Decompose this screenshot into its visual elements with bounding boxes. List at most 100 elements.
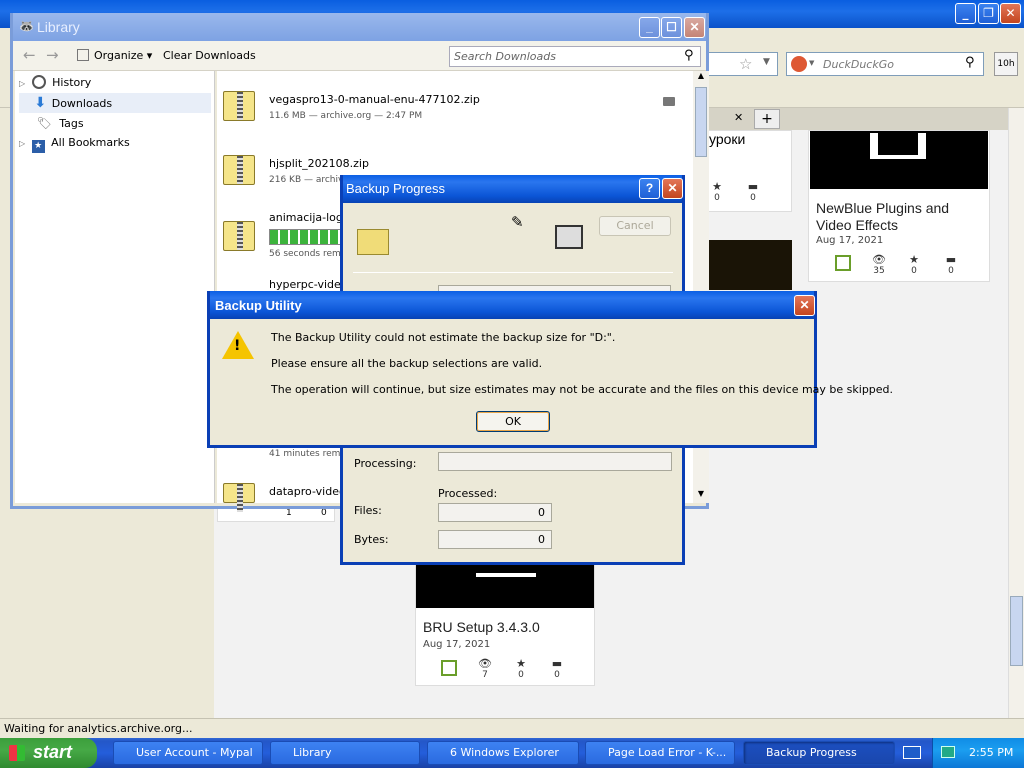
comment-icon: ▬ [747, 180, 759, 193]
url-bar[interactable]: ☆ ▼ [706, 52, 778, 76]
archive-logo-icon [476, 567, 536, 577]
mypal-icon: 🦝 [19, 19, 34, 33]
download-name: vegaspro13-0-manual-enu-477102.zip [269, 93, 480, 106]
clock-icon [31, 75, 46, 89]
cancel-button[interactable]: Cancel [599, 216, 671, 236]
clock[interactable]: 2:55 PM [969, 746, 1013, 759]
sidebar-item-history[interactable]: ▷ History [19, 73, 211, 93]
taskbar-item-user-account[interactable]: User Account - Mypal [113, 741, 263, 765]
badge-button[interactable]: 10h [994, 52, 1018, 76]
tab-strip: ✕ + [700, 108, 1024, 130]
scroll-up-icon[interactable]: ▲ [693, 71, 709, 85]
sidebar-item-all-bookmarks[interactable]: ▷ ★ All Bookmarks [19, 133, 211, 153]
divider [353, 272, 673, 273]
network-icon[interactable] [941, 746, 955, 758]
search-placeholder: DuckDuckGo [823, 58, 894, 71]
processing-field [438, 452, 672, 471]
save-icon[interactable] [441, 660, 457, 676]
download-meta: 11.6 MB — archive.org — 2:47 PM [269, 111, 423, 121]
comment-stat: ▬ 0 [543, 657, 571, 681]
views-stat: 👁 7 [471, 657, 499, 681]
taskbar-item-library[interactable]: Library [270, 741, 420, 765]
tag-icon: 🏷 [36, 116, 52, 130]
maximize-button[interactable]: ☐ [661, 17, 682, 38]
scroll-down-icon[interactable]: ▼ [693, 489, 709, 503]
clear-downloads-button[interactable]: Clear Downloads [163, 49, 256, 62]
zip-file-icon [223, 483, 255, 512]
minimize-button[interactable]: _ [639, 17, 660, 38]
ok-button[interactable]: OK [476, 411, 550, 432]
minimize-button[interactable]: _ [955, 3, 976, 24]
chevron-down-icon[interactable]: ▼ [809, 59, 814, 67]
taskbar-item-backup-progress[interactable]: Backup Progress [743, 741, 895, 765]
tab-close-icon[interactable]: ✕ [734, 111, 743, 124]
zip-file-icon [223, 91, 255, 121]
help-button[interactable]: ? [639, 178, 660, 199]
library-sidebar: ▷ History ⬇ Downloads 🏷 Tags ▷ ★ All Boo… [15, 71, 215, 503]
list-item[interactable]: vegaspro13-0-manual-enu-477102.zip 11.6 … [217, 91, 693, 151]
forward-icon[interactable]: → [46, 46, 59, 64]
library-titlebar[interactable]: 🦝 Library _ ☐ ✕ [13, 13, 706, 41]
chevron-down-icon[interactable]: ▼ [763, 57, 770, 67]
fav-stat: ★ 0 [507, 658, 535, 681]
close-button[interactable]: ✕ [662, 178, 683, 199]
card-title-partial: уроки [709, 131, 746, 147]
restore-button[interactable]: ❐ [978, 3, 999, 24]
card-newblue[interactable]: NewBlue Plugins and Video Effects Aug 17… [808, 130, 990, 282]
search-placeholder: Search Downloads [454, 50, 556, 63]
download-arrow-icon: ⬇ [34, 95, 47, 111]
processing-label: Processing: [354, 457, 417, 470]
taskbar-item-windows-explorer[interactable]: 6 Windows Explorer [427, 741, 579, 765]
bytes-field: 0 [438, 530, 552, 549]
save-icon[interactable] [835, 255, 851, 271]
close-button[interactable]: ✕ [794, 295, 815, 316]
flying-paper-icon: ✎ [511, 213, 524, 231]
comment-icon: ▬ [551, 657, 563, 670]
card-partial-bottom[interactable]: 1 0 [217, 508, 335, 522]
card-thumbnail[interactable] [810, 131, 988, 189]
eye-icon: 👁 [872, 253, 886, 266]
card-date: Aug 17, 2021 [816, 235, 884, 246]
new-tab-button[interactable]: + [754, 109, 780, 129]
folder-icon [357, 229, 389, 255]
open-folder-icon[interactable] [663, 97, 675, 106]
warning-mark: ! [234, 338, 241, 354]
eye-icon: 👁 [478, 657, 492, 670]
start-button[interactable]: start [0, 738, 97, 768]
card-partial[interactable]: уроки ★ 0 ▬ 0 [700, 130, 792, 212]
taskbar-item-page-load-error[interactable]: Page Load Error - K-... [585, 741, 735, 765]
scroll-thumb[interactable] [695, 87, 707, 157]
stat-value: 1 [286, 508, 292, 518]
card-thumbnail[interactable] [416, 561, 594, 608]
card-bru[interactable]: BRU Setup 3.4.3.0 Aug 17, 2021 👁 7 ★ 0 ▬ 0 [415, 560, 595, 686]
bookmark-star-icon[interactable]: ☆ [739, 55, 752, 73]
downloads-search-input[interactable]: Search Downloads ⚲ [449, 46, 701, 67]
search-engine-box[interactable]: ▼ DuckDuckGo ⚲ [786, 52, 984, 76]
views-stat: 👁 35 [865, 253, 893, 277]
back-icon[interactable]: ← [23, 46, 36, 64]
backup-progress-titlebar[interactable]: Backup Progress ? ✕ [343, 175, 683, 203]
close-button[interactable]: ✕ [1000, 3, 1021, 24]
card-title[interactable]: BRU Setup 3.4.3.0 [423, 619, 540, 635]
close-button[interactable]: ✕ [684, 17, 705, 38]
organize-button[interactable]: Organize ▾ [77, 49, 152, 62]
progress-fill [270, 230, 339, 244]
bookmarks-icon: ★ [31, 140, 45, 153]
keyboard-icon[interactable] [903, 746, 921, 759]
scroll-thumb[interactable] [1010, 596, 1023, 666]
sidebar-item-downloads[interactable]: ⬇ Downloads [19, 93, 211, 113]
download-name: hjsplit_202108.zip [269, 157, 369, 170]
comment-stat: ▬ 0 [937, 254, 965, 277]
status-bar: Waiting for analytics.archive.org... [0, 718, 1024, 738]
drive-icon [555, 225, 583, 249]
processed-label: Processed: [438, 487, 498, 500]
sidebar-item-tags[interactable]: 🏷 Tags [19, 113, 211, 133]
search-icon[interactable]: ⚲ [965, 55, 975, 70]
download-meta: 56 seconds rema [269, 249, 347, 259]
page-scrollbar[interactable] [1008, 108, 1024, 718]
dialog-titlebar[interactable]: Backup Utility ✕ [210, 291, 815, 319]
card-image-partial[interactable] [700, 240, 792, 290]
files-field: 0 [438, 503, 552, 522]
duckduckgo-icon [791, 56, 807, 72]
card-title[interactable]: NewBlue Plugins and Video Effects [816, 200, 986, 234]
